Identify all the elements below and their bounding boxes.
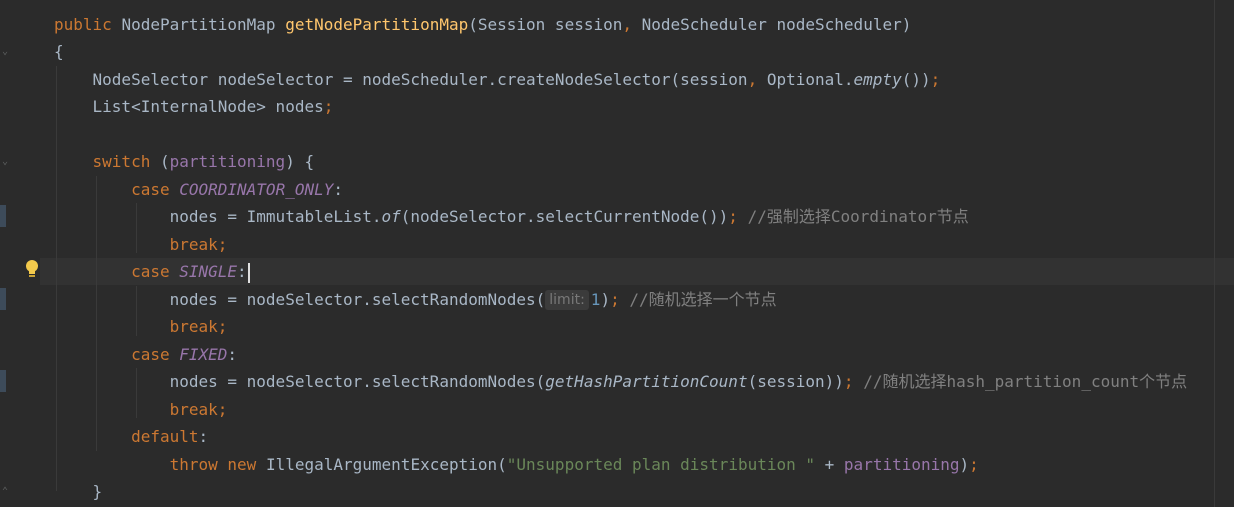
code-text: ) { <box>285 152 315 171</box>
semicolon: ; <box>217 317 228 336</box>
keyword: break <box>169 235 218 254</box>
comment: //随机选择hash_partition_count个节点 <box>863 372 1188 391</box>
keyword: case <box>131 345 170 364</box>
semicolon: ; <box>969 455 979 474</box>
code-text: (session)) <box>747 372 844 391</box>
comment: //随机选择一个节点 <box>629 290 777 309</box>
fold-icon[interactable]: ⌄ <box>2 47 12 57</box>
code-line-9[interactable]: break; <box>54 231 228 258</box>
code-editor[interactable]: ⌄ ⌄ ⌃ public NodePartitionMap getNodePar… <box>0 0 1234 507</box>
fold-icon[interactable]: ⌃ <box>2 487 12 497</box>
method-call: of <box>381 207 401 226</box>
code-line-16[interactable]: default: <box>54 423 208 450</box>
code-text: (nodeSelector.selectCurrentNode()) <box>400 207 729 226</box>
code-text: ( <box>150 152 170 171</box>
enum-constant: FIXED <box>179 345 228 364</box>
keyword: break <box>169 400 218 419</box>
keyword: break <box>169 317 218 336</box>
enum-constant: COORDINATOR_ONLY <box>179 180 334 199</box>
code-text: ()) <box>901 70 931 89</box>
keyword: public <box>54 15 112 34</box>
enum-constant: SINGLE <box>179 262 238 281</box>
punctuation: , <box>622 15 632 34</box>
brace: } <box>92 482 103 501</box>
code-line-11[interactable]: nodes = nodeSelector.selectRandomNodes(l… <box>54 286 777 313</box>
keyword: case <box>131 180 170 199</box>
code-line-13[interactable]: case FIXED: <box>54 341 237 368</box>
change-marker <box>0 370 6 392</box>
code-line-7[interactable]: case COORDINATOR_ONLY: <box>54 176 343 203</box>
method-call: empty <box>853 70 902 89</box>
code-line-3[interactable]: NodeSelector nodeSelector = nodeSchedule… <box>54 66 941 93</box>
punctuation: : <box>333 180 343 199</box>
code-text: IllegalArgumentException( <box>256 455 507 474</box>
code-line-4[interactable]: List<InternalNode> nodes; <box>54 93 334 120</box>
comment: //强制选择Coordinator节点 <box>747 207 969 226</box>
code-text: + <box>815 455 844 474</box>
lightbulb-icon[interactable] <box>23 259 41 279</box>
code-text: nodes = nodeSelector.selectRandomNodes( <box>169 290 546 309</box>
punctuation: : <box>227 345 238 364</box>
fold-icon[interactable]: ⌄ <box>2 157 12 167</box>
semicolon: ; <box>843 372 854 391</box>
text-caret <box>247 262 250 283</box>
keyword: switch <box>92 152 151 171</box>
change-marker <box>0 205 6 227</box>
code-text: Optional. <box>757 70 854 89</box>
code-text: ) <box>959 455 970 474</box>
brace: { <box>54 42 64 61</box>
semicolon: ; <box>930 70 941 89</box>
code-line-6[interactable]: switch (partitioning) { <box>54 148 315 175</box>
code-line-8[interactable]: nodes = ImmutableList.of(nodeSelector.se… <box>54 203 969 230</box>
method-name: getNodePartitionMap <box>285 15 469 34</box>
code-text: List<InternalNode> nodes <box>92 97 324 116</box>
field-name: partitioning <box>169 152 286 171</box>
semicolon: ; <box>323 97 334 116</box>
code-line-10[interactable]: case SINGLE: <box>54 258 250 285</box>
code-text: nodes = nodeSelector.selectRandomNodes( <box>169 372 546 391</box>
field-name: partitioning <box>843 455 960 474</box>
code-line-12[interactable]: break; <box>54 313 228 340</box>
code-line-18[interactable]: } <box>54 478 103 505</box>
punctuation: : <box>237 262 247 281</box>
number-literal: 1 <box>590 290 601 309</box>
method-call: getHashPartitionCount <box>545 372 748 391</box>
right-margin-guide <box>1214 0 1215 507</box>
change-marker <box>0 288 6 310</box>
code-line-17[interactable]: throw new IllegalArgumentException("Unsu… <box>54 451 979 478</box>
semicolon: ; <box>610 290 620 309</box>
semicolon: ; <box>728 207 738 226</box>
code-text: NodeSelector nodeSelector = nodeSchedule… <box>92 70 748 89</box>
semicolon: ; <box>217 235 228 254</box>
keyword: case <box>131 262 170 281</box>
type-name: NodePartitionMap <box>121 15 276 34</box>
code-line-2[interactable]: { <box>54 38 64 65</box>
code-text: ) <box>600 290 611 309</box>
semicolon: ; <box>217 400 228 419</box>
code-text: nodes = ImmutableList. <box>169 207 382 226</box>
string-literal: "Unsupported plan distribution " <box>506 455 816 474</box>
params: (Session session <box>468 15 623 34</box>
parameter-hint: limit: <box>545 290 589 310</box>
keyword: throw <box>169 455 218 474</box>
code-line-14[interactable]: nodes = nodeSelector.selectRandomNodes(g… <box>54 368 1188 395</box>
keyword: default <box>131 427 199 446</box>
keyword: new <box>227 455 257 474</box>
code-line-15[interactable]: break; <box>54 396 228 423</box>
punctuation: , <box>747 70 758 89</box>
punctuation: : <box>198 427 209 446</box>
params: NodeScheduler nodeScheduler) <box>632 15 912 34</box>
editor-gutter: ⌄ ⌄ ⌃ <box>0 0 40 507</box>
code-line-1[interactable]: public NodePartitionMap getNodePartition… <box>54 11 911 38</box>
